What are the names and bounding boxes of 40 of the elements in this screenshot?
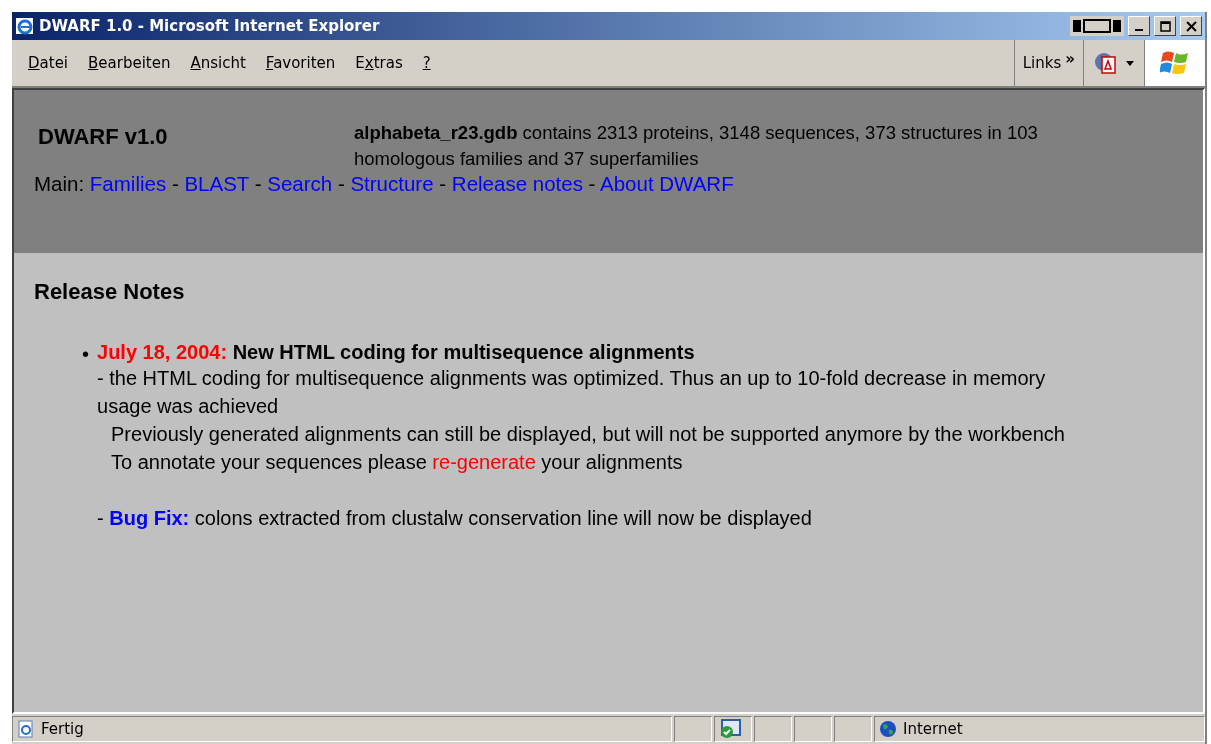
nav-separator: - — [337, 172, 345, 195]
close-button[interactable] — [1180, 16, 1202, 36]
menu-item[interactable]: Ansicht — [180, 50, 256, 76]
nav-separator: - — [254, 172, 262, 195]
menu-item[interactable]: ? — [412, 50, 441, 76]
ie-logo-icon — [15, 16, 35, 36]
bullet: • — [82, 342, 89, 367]
page-heading: Release Notes — [34, 279, 186, 305]
maximize-button[interactable] — [1154, 16, 1176, 36]
dropdown-caret-icon[interactable] — [1126, 60, 1134, 66]
window-title: DWARF 1.0 - Microsoft Internet Explorer — [39, 17, 381, 35]
nav-label: Main: — [34, 172, 85, 195]
menu-item[interactable]: Bearbeiten — [78, 50, 181, 76]
page-icon — [17, 720, 35, 738]
menu-item[interactable]: Extras — [345, 50, 413, 76]
nav-separator: - — [588, 172, 596, 195]
menu-item[interactable]: Datei — [18, 50, 79, 76]
chevron-button[interactable]: » — [1065, 50, 1075, 68]
popup-blocked-icon — [719, 719, 741, 739]
note-text: - Bug Fix: colons extracted from clustalw conservation line will now be displayed — [97, 506, 813, 531]
links-label[interactable]: Links — [1022, 54, 1062, 72]
menu-item[interactable]: Favoriten — [255, 50, 346, 76]
close-icon — [1185, 20, 1197, 32]
note-text: Previously generated alignments can still be displayed, but will not be supported anymore by the workbench — [110, 422, 1066, 447]
windows-logo-icon — [1160, 49, 1190, 77]
entry-title: July 18, 2004: New HTML coding for multisequence alignments — [97, 341, 696, 364]
database-info: alphabeta_r23.gdb contains 2313 proteins, 3148 sequences, 373 structures in 103 homologous families and 37 superfamilies — [354, 121, 1039, 171]
minimize-icon — [1135, 29, 1143, 31]
globe-icon — [879, 720, 897, 738]
toolbar-toggle-icon[interactable] — [1070, 16, 1124, 36]
status-text: Fertig — [41, 720, 84, 738]
site-title: DWARF v1.0 — [37, 123, 169, 151]
pdf-icon[interactable] — [1094, 51, 1118, 75]
zone-text: Internet — [903, 720, 963, 738]
maximize-icon — [1159, 20, 1171, 32]
minimize-button[interactable] — [1128, 16, 1150, 36]
nav-separator: - — [439, 172, 447, 195]
note-text: - the HTML coding for multisequence alignments was optimized. Thus an up to 10-fold decrease in memory usage was achieved — [97, 366, 1047, 419]
nav-separator: - — [171, 172, 179, 195]
note-text: To annotate your sequences please re-generate your alignments — [110, 450, 684, 475]
